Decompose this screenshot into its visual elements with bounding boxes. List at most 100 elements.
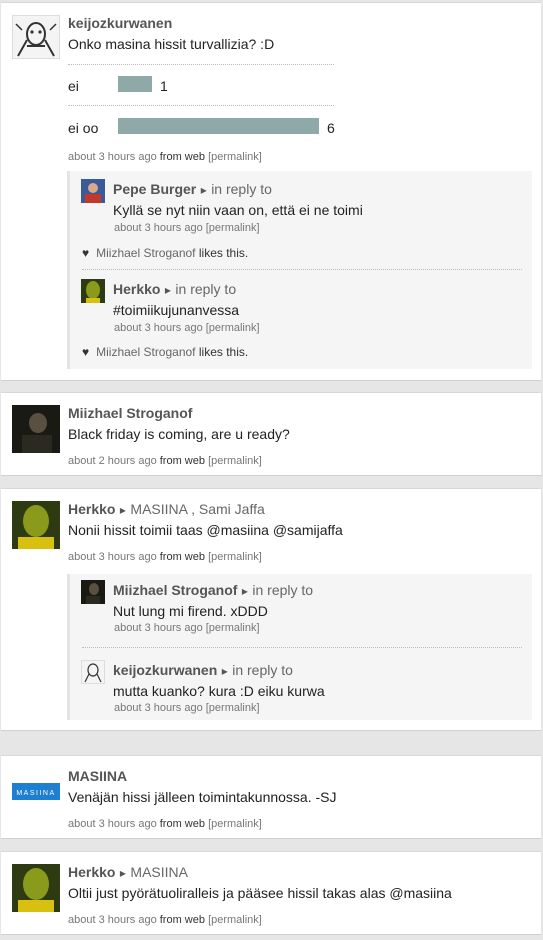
permalink-link[interactable]: [permalink]	[208, 914, 262, 926]
avatar[interactable]	[81, 179, 105, 203]
timestamp-link[interactable]: about 3 hours ago	[68, 151, 157, 163]
in-reply-to-link[interactable]: in reply to	[175, 281, 236, 297]
timestamp-link[interactable]: about 3 hours ago	[114, 322, 203, 334]
likes-text: likes this.	[198, 246, 249, 260]
divider	[82, 647, 522, 648]
reply-author[interactable]: keijozkurwanen	[113, 662, 217, 678]
in-reply-to-link[interactable]: in reply to	[252, 582, 313, 598]
post-text: Nonii hissit toimii taas @masiina @samij…	[68, 522, 343, 538]
poll-option-label: ei oo	[68, 120, 99, 136]
avatar[interactable]	[12, 405, 60, 453]
post-author[interactable]: keijozkurwanen	[68, 15, 172, 31]
arrow-right-icon: ▸	[164, 283, 171, 297]
source[interactable]: from web	[160, 455, 205, 467]
post-card: Miizhael Stroganof Black friday is comin…	[1, 392, 541, 476]
avatar-drawing-icon	[82, 661, 104, 683]
reply-author[interactable]: Miizhael Stroganof	[113, 582, 237, 598]
like-line: ♥ Miizhael Stroganof likes this.	[82, 246, 248, 260]
reply-text: #toimiikujunanvessa	[113, 302, 240, 318]
post-text: Oltii just pyörätuoliralleis ja pääsee h…	[68, 885, 452, 901]
timestamp-link[interactable]: about 3 hours ago	[68, 551, 157, 563]
permalink-link[interactable]: [permalink]	[208, 455, 262, 467]
avatar[interactable]	[81, 660, 105, 684]
poll-option-label: ei	[68, 78, 79, 94]
post-author[interactable]: Miizhael Stroganof	[68, 405, 192, 421]
arrow-right-icon: ▸	[221, 664, 228, 678]
permalink-link[interactable]: [permalink]	[206, 222, 260, 234]
post-author[interactable]: Herkko	[68, 864, 115, 880]
source[interactable]: from web	[160, 914, 205, 926]
post-card: Herkko ▸ MASIINA Oltii just pyörätuolira…	[1, 851, 541, 935]
avatar-drawing-icon	[13, 16, 59, 58]
arrow-right-icon: ▸	[119, 503, 126, 517]
divider	[68, 105, 334, 106]
post-text: Venäjän hissi jälleen toimintakunnossa. …	[68, 789, 337, 805]
permalink-link[interactable]: [permalink]	[208, 151, 262, 163]
heart-icon: ♥	[82, 246, 90, 260]
avatar-photo-icon	[12, 501, 60, 549]
post-author[interactable]: Herkko	[68, 501, 115, 517]
post-card: keijozkurwanen Onko masina hissit turval…	[1, 2, 541, 381]
permalink-link[interactable]: [permalink]	[206, 322, 260, 334]
like-user-link[interactable]: Miizhael Stroganof	[96, 246, 195, 260]
post-author[interactable]: MASIINA	[68, 768, 127, 784]
heart-icon: ♥	[82, 345, 90, 359]
timestamp-link[interactable]: about 3 hours ago	[114, 622, 203, 634]
avatar[interactable]	[81, 580, 105, 604]
reply-meta: about 3 hours ago [permalink]	[114, 322, 260, 334]
masiina-logo[interactable]: MASIINA	[12, 783, 60, 800]
avatar[interactable]	[81, 279, 105, 303]
reply-author[interactable]: Herkko	[113, 281, 160, 297]
avatar-photo-icon	[12, 864, 60, 912]
permalink-link[interactable]: [permalink]	[208, 818, 262, 830]
recipients[interactable]: MASIINA	[130, 864, 188, 880]
post-meta: about 3 hours ago from web [permalink]	[68, 914, 262, 926]
reply-meta: about 3 hours ago [permalink]	[114, 222, 260, 234]
post-card: Herkko ▸ MASIINA , Sami Jaffa Nonii hiss…	[1, 488, 541, 731]
timestamp-link[interactable]: about 3 hours ago	[114, 702, 203, 714]
arrow-right-icon: ▸	[119, 866, 126, 880]
reply-thread: Pepe Burger ▸ in reply to Kyllä se nyt n…	[67, 171, 532, 369]
permalink-link[interactable]: [permalink]	[206, 702, 260, 714]
poll-option-bar	[118, 76, 152, 92]
timestamp-link[interactable]: about 2 hours ago	[68, 455, 157, 467]
recipients[interactable]: MASIINA , Sami Jaffa	[130, 501, 264, 517]
arrow-right-icon: ▸	[241, 584, 248, 598]
post-card: MASIINA MASIINA Venäjän hissi jälleen to…	[1, 755, 541, 839]
post-meta: about 2 hours ago from web [permalink]	[68, 455, 262, 467]
avatar-photo-icon	[81, 179, 105, 203]
poll-option-count: 6	[327, 120, 335, 136]
reply-text: Nut lung mi firend. xDDD	[113, 603, 268, 619]
source[interactable]: from web	[160, 818, 205, 830]
reply-meta: about 3 hours ago [permalink]	[114, 622, 260, 634]
permalink-link[interactable]: [permalink]	[208, 551, 262, 563]
permalink-link[interactable]: [permalink]	[206, 622, 260, 634]
divider	[82, 269, 522, 270]
in-reply-to-link[interactable]: in reply to	[211, 181, 272, 197]
like-line: ♥ Miizhael Stroganof likes this.	[82, 345, 248, 359]
avatar[interactable]	[12, 501, 60, 549]
poll-option-count: 1	[160, 78, 168, 94]
reply-thread: Miizhael Stroganof ▸ in reply to Nut lun…	[67, 574, 532, 720]
like-user-link[interactable]: Miizhael Stroganof	[96, 345, 195, 359]
avatar[interactable]	[12, 15, 60, 59]
post-meta: about 3 hours ago from web [permalink]	[68, 151, 262, 163]
in-reply-to-link[interactable]: in reply to	[232, 662, 293, 678]
avatar-photo-icon	[81, 580, 105, 604]
avatar[interactable]	[12, 864, 60, 912]
reply-text: mutta kuanko? kura :D eiku kurwa	[113, 683, 325, 699]
source[interactable]: from web	[160, 551, 205, 563]
likes-text: likes this.	[198, 345, 249, 359]
masiina-logo-icon: MASIINA	[12, 783, 60, 800]
avatar-photo-icon	[12, 405, 60, 453]
arrow-right-icon: ▸	[200, 183, 207, 197]
avatar-photo-icon	[81, 279, 105, 303]
source[interactable]: from web	[160, 151, 205, 163]
timestamp-link[interactable]: about 3 hours ago	[114, 222, 203, 234]
reply-author[interactable]: Pepe Burger	[113, 181, 196, 197]
divider	[68, 64, 334, 65]
timestamp-link[interactable]: about 3 hours ago	[68, 818, 157, 830]
timestamp-link[interactable]: about 3 hours ago	[68, 914, 157, 926]
poll-option-bar	[118, 118, 319, 134]
reply-meta: about 3 hours ago [permalink]	[114, 702, 260, 714]
